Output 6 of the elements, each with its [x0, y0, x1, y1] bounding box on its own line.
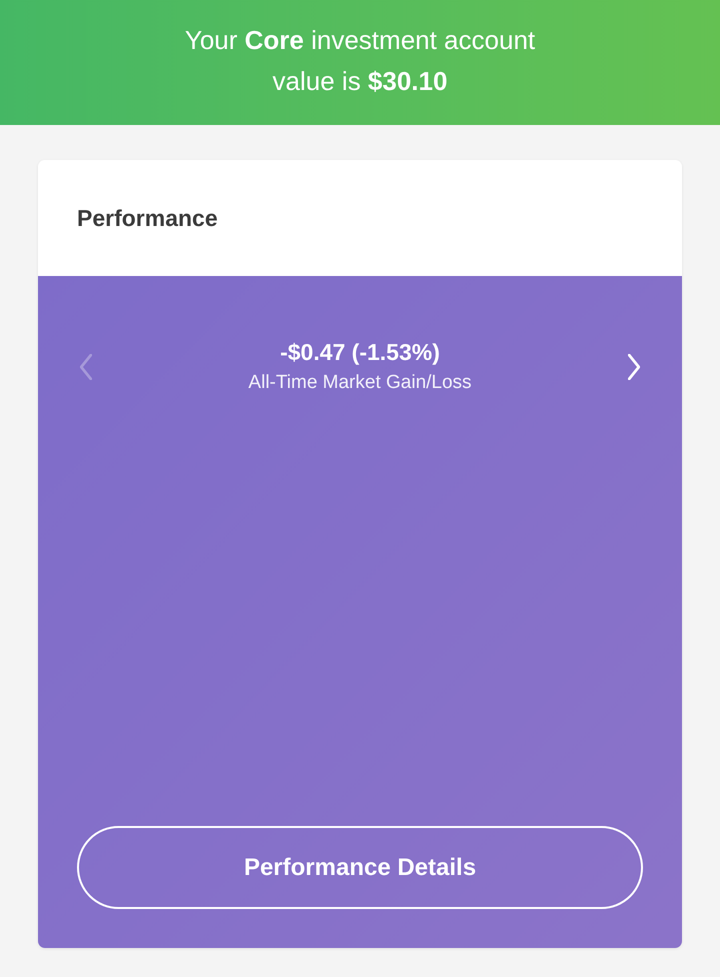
account-value-message: Your Core investment account value is $30.10	[184, 24, 536, 98]
chevron-right-icon[interactable]	[628, 354, 640, 380]
card-title: Performance	[77, 204, 218, 233]
gain-loss-label: All-Time Market Gain/Loss	[248, 371, 472, 395]
performance-details-button[interactable]: Performance Details	[77, 826, 643, 909]
gain-loss-value: -$0.47 (-1.53%)	[280, 338, 440, 367]
